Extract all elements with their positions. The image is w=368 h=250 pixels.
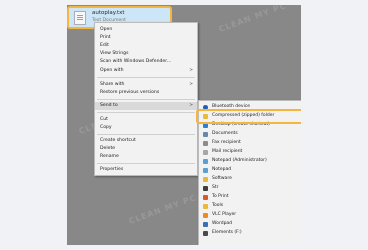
- send-to-wordpad[interactable]: Wordpad: [199, 220, 301, 229]
- send-to-mail[interactable]: Mail recipient: [199, 148, 301, 157]
- wordpad-icon: [203, 222, 208, 227]
- menu-item-print[interactable]: Print: [95, 34, 197, 42]
- notepad-icon: [203, 168, 208, 173]
- menu-separator: [97, 163, 195, 164]
- send-to-documents[interactable]: Documents: [199, 130, 301, 139]
- menu-separator: [97, 99, 195, 100]
- send-to-software[interactable]: Software: [199, 175, 301, 184]
- send-to-notepad-admin[interactable]: Notepad (Administrator): [199, 157, 301, 166]
- compressed-folder-highlight-box: [196, 109, 301, 124]
- menu-item-copy[interactable]: Copy: [95, 124, 197, 132]
- folder-icon: [203, 177, 208, 182]
- send-to-to-print[interactable]: To Print: [199, 193, 301, 202]
- chevron-right-icon: >: [189, 68, 193, 73]
- send-to-str[interactable]: Str: [199, 184, 301, 193]
- app-icon: [203, 186, 208, 191]
- send-to-vlc[interactable]: VLC Player: [199, 211, 301, 220]
- menu-separator: [97, 134, 195, 135]
- vlc-icon: [203, 213, 208, 218]
- send-to-elements-drive[interactable]: Elements (F:): [199, 229, 301, 238]
- menu-item-rename[interactable]: Rename: [95, 153, 197, 161]
- menu-item-create-shortcut[interactable]: Create shortcut: [95, 137, 197, 145]
- drive-icon: [203, 231, 208, 236]
- menu-item-restore-versions[interactable]: Restore previous versions: [95, 89, 197, 97]
- menu-item-open-with[interactable]: Open with >: [95, 67, 197, 75]
- menu-item-properties[interactable]: Properties: [95, 166, 197, 174]
- menu-item-cut[interactable]: Cut: [95, 116, 197, 124]
- send-to-fax[interactable]: Fax recipient: [199, 139, 301, 148]
- notepad-icon: [203, 159, 208, 164]
- send-to-notepad[interactable]: Notepad: [199, 166, 301, 175]
- printer-icon: [203, 195, 208, 200]
- chevron-right-icon: >: [189, 82, 193, 87]
- chevron-right-icon: >: [189, 103, 193, 108]
- folder-icon: [203, 204, 208, 209]
- menu-item-send-to[interactable]: Send to >: [95, 102, 197, 110]
- context-menu: Open Print Edit View Strings Scan with W…: [94, 22, 198, 176]
- menu-item-view-strings[interactable]: View Strings: [95, 50, 197, 58]
- menu-separator: [97, 112, 195, 113]
- menu-item-open[interactable]: Open: [95, 26, 197, 34]
- menu-separator: [97, 77, 195, 78]
- send-to-tools[interactable]: Tools: [199, 202, 301, 211]
- menu-item-share-with[interactable]: Share with >: [95, 81, 197, 89]
- mail-icon: [203, 150, 208, 155]
- fax-icon: [203, 141, 208, 146]
- menu-item-edit[interactable]: Edit: [95, 42, 197, 50]
- menu-item-delete[interactable]: Delete: [95, 145, 197, 153]
- documents-icon: [203, 132, 208, 137]
- menu-item-scan-defender[interactable]: Scan with Windows Defender...: [95, 58, 197, 66]
- screenshot-frame: CLEAN MY PC CLEAN MY PC CLEAN MY PC auto…: [67, 5, 301, 245]
